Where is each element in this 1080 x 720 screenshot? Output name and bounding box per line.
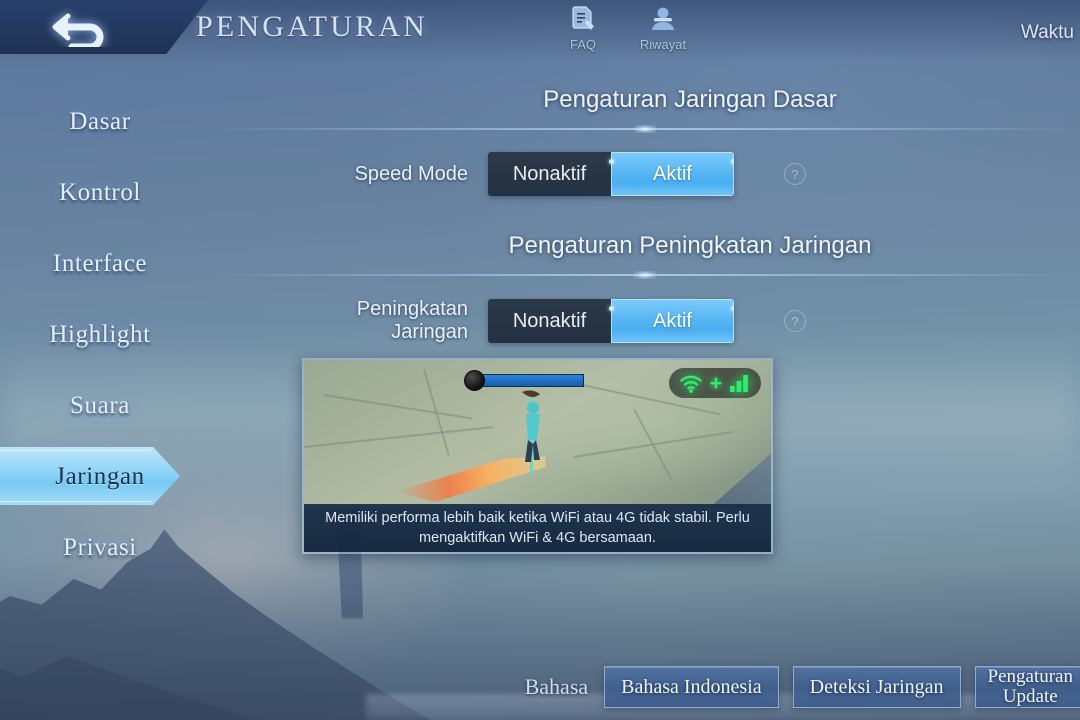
page-title: PENGATURAN — [196, 10, 429, 43]
sidebar: Dasar Kontrol Interface Highlight Suara … — [0, 86, 200, 583]
sidebar-item-jaringan[interactable]: Jaringan — [0, 441, 200, 512]
network-detection-button[interactable]: Deteksi Jaringan — [792, 666, 961, 708]
sidebar-item-label: Kontrol — [59, 178, 141, 206]
section-heading-basic: Pengaturan Jaringan Dasar — [543, 86, 837, 113]
history-label: Riwayat — [639, 37, 687, 52]
section-heading-enhancement: Pengaturan Peningkatan Jaringan — [508, 232, 872, 259]
speed-mode-toggle: Nonaktif Aktif — [488, 152, 734, 196]
top-icon-group: FAQ Riwayat — [555, 2, 691, 52]
sidebar-item-label: Highlight — [49, 320, 151, 348]
preview-hero-portrait-icon — [464, 369, 485, 391]
language-select-button[interactable]: Bahasa Indonesia — [604, 666, 779, 708]
preview-health-track — [480, 373, 584, 387]
sidebar-item-privasi[interactable]: Privasi — [0, 512, 200, 583]
wifi-icon — [680, 375, 702, 393]
sidebar-item-label: Privasi — [63, 533, 137, 561]
back-arrow-icon — [52, 13, 104, 47]
update-settings-line1: Pengaturan — [987, 665, 1073, 687]
preview-hero-character — [522, 388, 540, 474]
time-label: Waktu — [1020, 22, 1074, 43]
sidebar-item-kontrol[interactable]: Kontrol — [0, 157, 200, 228]
section-divider — [210, 274, 1080, 276]
settings-screen: PENGATURAN FAQ Riwayat Waktu Dasar Kontr… — [0, 0, 1080, 720]
speed-mode-option-off[interactable]: Nonaktif — [488, 152, 611, 196]
network-enhancement-label-line2: Jaringan — [391, 321, 468, 343]
faq-button[interactable]: FAQ — [555, 2, 611, 52]
sidebar-item-label: Interface — [52, 249, 148, 277]
section-divider — [210, 128, 1080, 130]
setting-row-speed-mode: Speed Mode Nonaktif Aktif ? — [210, 152, 1080, 196]
faq-label: FAQ — [569, 37, 596, 52]
preview-network-badge: + — [668, 368, 761, 398]
speed-mode-help-icon[interactable]: ? — [784, 163, 806, 185]
preview-game-scene: + — [304, 360, 771, 508]
network-preview-card: + Memiliki performa lebih baik ketika Wi… — [302, 358, 773, 554]
network-enhancement-label: Peningkatan Jaringan — [328, 298, 488, 344]
network-enhancement-label-line1: Peningkatan — [356, 298, 468, 320]
plus-sign: + — [709, 371, 722, 395]
sidebar-item-highlight[interactable]: Highlight — [0, 299, 200, 370]
sidebar-item-label: Jaringan — [55, 462, 145, 490]
setting-row-network-enhancement: Peningkatan Jaringan Nonaktif Aktif ? — [210, 298, 1080, 344]
main-content: Pengaturan Jaringan Dasar Speed Mode Non… — [210, 86, 1080, 654]
network-enhancement-option-on[interactable]: Aktif — [609, 299, 734, 343]
update-settings-button[interactable]: Pengaturan Update — [974, 665, 1080, 708]
network-enhancement-help-icon[interactable]: ? — [784, 310, 806, 332]
network-enhancement-toggle: Nonaktif Aktif — [488, 299, 734, 343]
bottom-bar: Bahasa Bahasa Indonesia Deteksi Jaringan… — [0, 654, 1080, 720]
speed-mode-label: Speed Mode — [354, 162, 468, 185]
sidebar-item-suara[interactable]: Suara — [0, 370, 200, 441]
history-button[interactable]: Riwayat — [635, 2, 691, 52]
history-icon — [648, 2, 678, 36]
sidebar-item-dasar[interactable]: Dasar — [0, 86, 200, 157]
signal-bars-icon — [730, 375, 748, 392]
preview-caption: Memiliki performa lebih baik ketika WiFi… — [304, 504, 771, 552]
language-label: Bahasa — [524, 674, 589, 699]
faq-icon — [568, 2, 598, 36]
sidebar-item-interface[interactable]: Interface — [0, 228, 200, 299]
speed-mode-option-on[interactable]: Aktif — [609, 152, 734, 196]
preview-health-bar — [464, 369, 584, 391]
preview-terrain-edge — [709, 453, 771, 508]
sidebar-item-label: Dasar — [69, 107, 131, 135]
update-settings-line2: Update — [1002, 686, 1058, 707]
sidebar-item-label: Suara — [70, 391, 130, 419]
network-enhancement-option-off[interactable]: Nonaktif — [488, 299, 611, 343]
